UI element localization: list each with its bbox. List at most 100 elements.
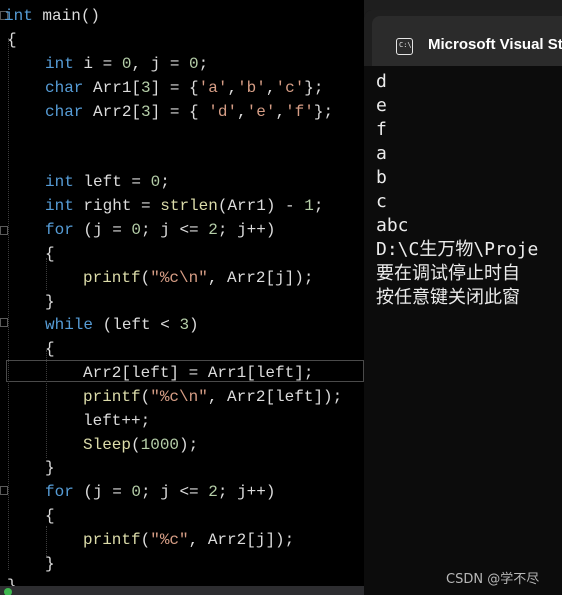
code-token: main() [32,7,101,25]
code-token: ; j++) [217,483,276,501]
console-title-bar: C:\ Microsoft Visual Studio [364,10,562,66]
indent-guide [8,38,9,570]
status-ok-icon [4,588,12,595]
code-token: strlen [160,197,218,215]
editor-status-bar [0,586,364,595]
code-token: , [275,103,286,121]
console-output-line: abc [376,215,409,236]
code-token: right = [73,197,161,215]
code-line[interactable]: Sleep(1000); [83,433,198,457]
code-token: printf [83,388,141,406]
code-line[interactable]: { [7,28,17,52]
code-line[interactable]: { [45,504,55,528]
code-line[interactable]: char Arr1[3] = {'a','b','c'}; [45,76,324,100]
code-token: 2 [208,483,218,501]
code-token: Arr2[ [83,103,142,121]
code-token: printf [83,531,141,549]
code-line[interactable]: for (j = 0; j <= 2; j++) [45,218,275,242]
code-token: 'c' [275,79,305,97]
code-token: Arr1[ [83,79,142,97]
code-token: int [45,173,74,191]
code-token: , Arr2[j]); [207,269,314,287]
code-token: Arr2[left] = Arr1[left]; [83,364,314,382]
code-line[interactable]: int left = 0; [45,170,170,194]
code-token: }; [304,79,324,97]
fold-marker-icon[interactable] [0,486,8,495]
code-token: ( [140,388,151,406]
code-line[interactable]: int right = strlen(Arr1) - 1; [45,194,323,218]
console-output-line: D:\C生万物\Proje [376,239,539,260]
code-token: ; [198,55,209,73]
console-output-line: f [376,119,387,140]
code-token: ( [131,436,141,454]
code-line[interactable]: } [45,456,55,480]
code-token: int [45,197,74,215]
code-token: 3 [179,316,190,334]
code-editor[interactable]: int main(){int i = 0, j = 0; char Arr1[3]… [0,0,364,595]
code-token: , j = [131,55,190,73]
code-token: 0 [121,55,132,73]
code-token: 3 [141,79,151,97]
code-token: 1 [304,197,314,215]
code-token: int [45,55,74,73]
console-output-line: 按任意键关闭此窗 [376,287,520,308]
code-token: 0 [131,221,142,239]
code-token: { [45,245,55,263]
code-token: }; [313,103,334,121]
code-line[interactable]: left++; [83,409,150,433]
code-token: "%c\n" [150,269,208,287]
code-token: 0 [189,55,199,73]
code-token: ( [140,269,151,287]
code-token: 'b' [237,79,266,97]
code-token: left++; [83,412,151,430]
code-token: 2 [208,221,218,239]
fold-marker-icon[interactable] [0,226,8,235]
code-token: "%c" [150,531,189,549]
code-token: ; j++) [217,221,276,239]
code-token: 0 [150,173,161,191]
console-output-line: a [376,143,387,164]
indent-guide [46,350,47,458]
code-token: left = [73,173,151,191]
code-line[interactable]: printf("%c", Arr2[j]); [83,528,294,552]
console-output-line: c [376,191,387,212]
code-line[interactable]: while (left < 3) [45,313,199,337]
code-line[interactable]: int i = 0, j = 0; [45,52,208,76]
code-token: { [45,340,55,358]
code-token: ; j <= [141,221,209,239]
code-line[interactable]: Arr2[left] = Arr1[left]; [83,361,313,385]
code-token: int [4,7,33,25]
console-icon: C:\ [396,38,413,55]
code-line[interactable]: int main() [4,4,100,28]
console-output-line: b [376,167,387,188]
code-line[interactable]: { [45,337,55,361]
code-token: while [45,316,94,334]
code-token: (left < [93,316,180,334]
console-window[interactable]: C:\ Microsoft Visual Studio defabcabcD:\… [364,10,562,595]
code-token: (Arr1) - [217,197,305,215]
code-token: ; [160,173,170,191]
code-line[interactable]: printf("%c\n", Arr2[j]); [83,266,313,290]
code-line[interactable]: { [45,242,55,266]
code-line[interactable]: char Arr2[3] = { 'd','e','f'}; [45,100,333,124]
console-tab[interactable]: C:\ Microsoft Visual Studio [372,16,562,66]
code-token: } [45,555,55,573]
fold-marker-icon[interactable] [0,318,8,327]
code-line[interactable]: for (j = 0; j <= 2; j++) [45,480,275,504]
code-token: 'a' [198,79,228,97]
code-token: ); [179,436,199,454]
code-token: ; j <= [141,483,209,501]
code-token: Sleep [83,436,132,454]
code-token: for [45,483,74,501]
code-token: char [45,79,84,97]
code-token: ] = { [150,103,209,121]
code-token: , [227,79,238,97]
code-line[interactable]: } [45,552,55,576]
code-token: ( [140,531,151,549]
code-token: , Arr2[j]); [188,531,295,549]
code-token: ) [189,316,199,334]
code-line[interactable]: } [45,290,55,314]
code-token: i = [73,55,122,73]
console-output-line: 要在调试停止时自 [376,263,520,284]
code-line[interactable]: printf("%c\n", Arr2[left]); [83,385,342,409]
